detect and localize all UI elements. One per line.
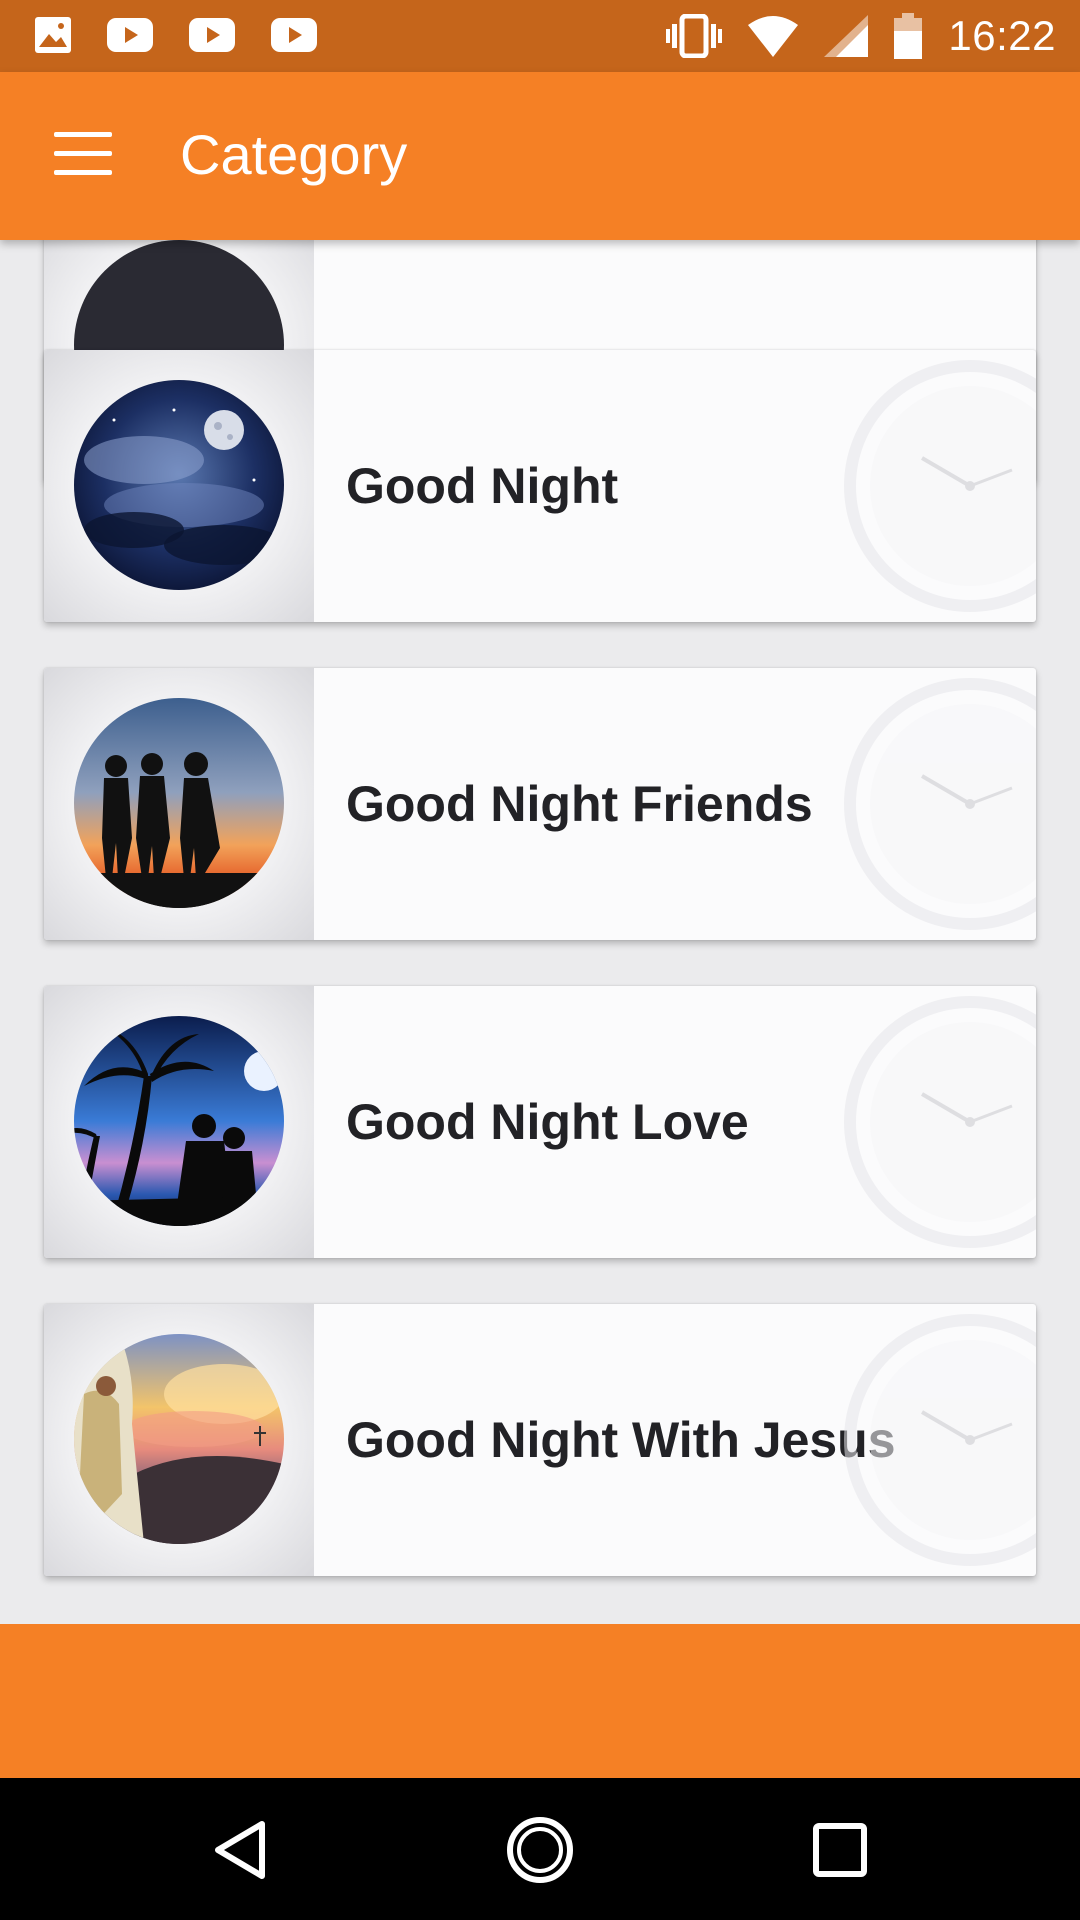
category-thumbnail [44,350,314,622]
hamburger-menu-icon[interactable] [54,132,112,176]
category-label: Good Night With Jesus [346,1412,896,1468]
category-thumbnail [44,986,314,1258]
app-bar: Category [0,72,1080,240]
night-sky-moon-image [74,380,284,590]
bottom-banner [0,1624,1080,1778]
category-list[interactable]: Good Night Good Night Friends Good Night… [0,240,1080,1624]
clock-watermark-icon [844,360,1036,612]
jesus-painting-image [74,1334,284,1544]
wifi-icon [748,16,799,57]
clock-watermark-icon [844,1314,1036,1566]
clock-watermark-icon [844,996,1036,1248]
home-icon[interactable] [504,1814,576,1886]
page-title: Category [180,123,408,186]
category-good-night-love[interactable]: Good Night Love [44,986,1036,1258]
recents-icon[interactable] [804,1814,876,1886]
back-icon[interactable] [204,1814,276,1886]
category-thumbnail [44,1304,314,1576]
friends-sunset-image [74,698,284,908]
youtube-icon [107,18,153,52]
status-bar: 16:22 [0,0,1080,72]
navigation-bar [0,1778,1080,1920]
category-thumbnail [44,668,314,940]
youtube-icon [271,18,317,52]
youtube-icon [189,18,235,52]
couple-palm-image [74,1016,284,1226]
category-label: Good Night Friends [346,776,813,832]
category-good-night-friends[interactable]: Good Night Friends [44,668,1036,940]
category-good-night[interactable]: Good Night [44,350,1036,622]
clock-watermark-icon [844,678,1036,930]
category-label: Good Night Love [346,1094,749,1150]
battery-icon [894,13,923,59]
category-label: Good Night [346,458,619,514]
cell-signal-icon [824,15,869,57]
vibrate-icon [666,14,723,58]
image-notification-icon [35,17,71,53]
status-time: 16:22 [948,12,1056,59]
category-good-night-with-jesus[interactable]: Good Night With Jesus [44,1304,1036,1576]
